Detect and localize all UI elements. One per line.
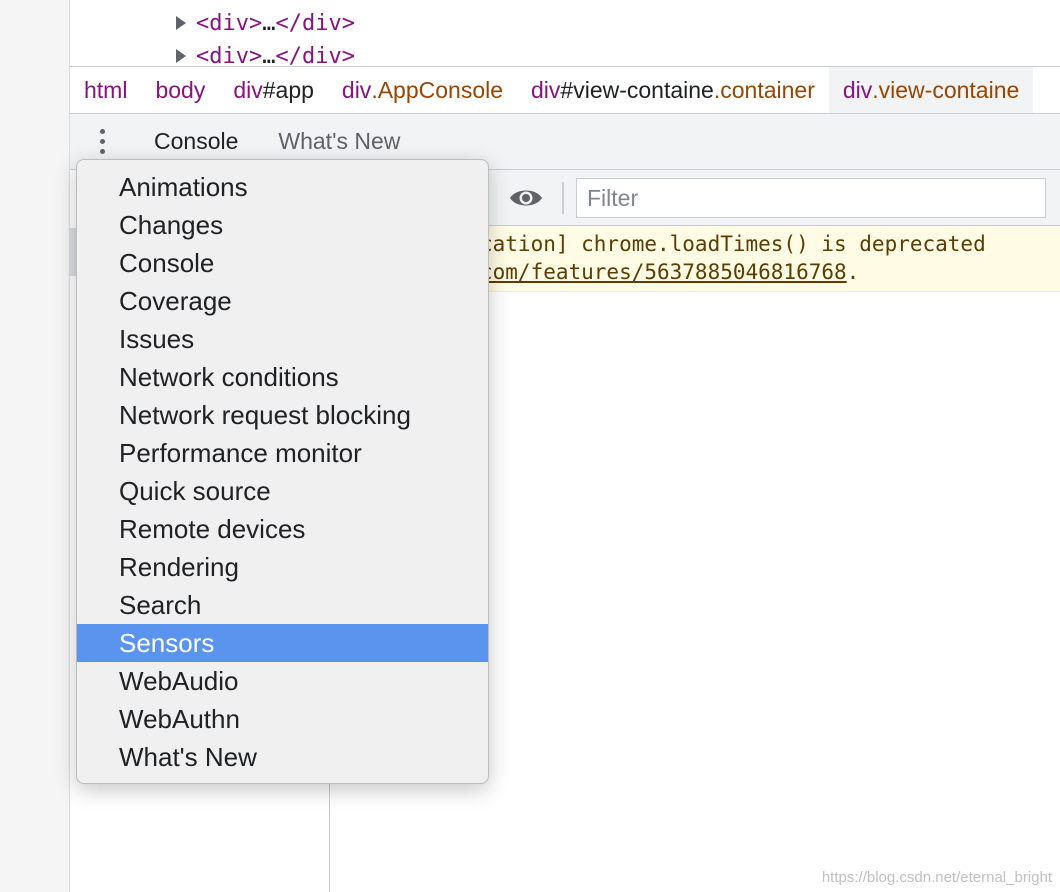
warning-text: cation] chrome.loadTimes() is deprecated (480, 232, 986, 256)
crumb-class: .AppConsole (371, 76, 504, 103)
crumb-element: div (531, 76, 561, 103)
menu-item-quick-source[interactable]: Quick source (77, 472, 488, 510)
breadcrumb-item-div-app[interactable]: div #app (219, 67, 328, 113)
warning-link[interactable]: com/features/5637885046816768 (480, 260, 847, 284)
dom-open-tag: <div> (196, 43, 263, 67)
breadcrumb-item-body[interactable]: body (141, 67, 219, 113)
crumb-element: html (84, 76, 128, 103)
menu-item-webaudio[interactable]: WebAudio (77, 662, 488, 700)
filter-input[interactable] (576, 178, 1046, 218)
crumb-class: .view-containe (872, 76, 1020, 103)
eye-icon[interactable] (508, 182, 544, 214)
elements-tree: <div>… </div> <div>… </div> (70, 0, 1060, 66)
dom-ellipsis[interactable]: … (262, 11, 275, 36)
menu-item-issues[interactable]: Issues (77, 320, 488, 358)
menu-item-webauthn[interactable]: WebAuthn (77, 700, 488, 738)
crumb-id: #view-containe (560, 76, 714, 103)
menu-item-sensors[interactable]: Sensors (77, 624, 488, 662)
left-gutter (0, 0, 70, 892)
watermark: https://blog.csdn.net/eternal_bright (821, 869, 1052, 886)
menu-item-network-conditions[interactable]: Network conditions (77, 358, 488, 396)
expand-arrow-icon[interactable] (176, 49, 186, 63)
warning-line-2: com/features/5637885046816768. (480, 260, 859, 284)
toolbar-divider (562, 182, 564, 214)
menu-item-rendering[interactable]: Rendering (77, 548, 488, 586)
menu-item-console[interactable]: Console (77, 244, 488, 282)
menu-item-remote-devices[interactable]: Remote devices (77, 510, 488, 548)
menu-item-animations[interactable]: Animations (77, 168, 488, 206)
menu-item-coverage[interactable]: Coverage (77, 282, 488, 320)
expand-arrow-icon[interactable] (176, 16, 186, 30)
crumb-class: .container (713, 76, 815, 103)
dom-node-row[interactable]: <div>… </div> (176, 41, 355, 66)
crumb-element: div (842, 76, 873, 103)
menu-item-network-request-blocking[interactable]: Network request blocking (77, 396, 488, 434)
dom-close-tag: </div> (275, 10, 355, 36)
breadcrumb-item-html[interactable]: html (70, 67, 141, 113)
breadcrumb: html body div #app div .AppConsole div #vie… (70, 66, 1060, 114)
menu-item-whats-new[interactable]: What's New (77, 738, 488, 776)
breadcrumb-item-selected[interactable]: div .view-containe (828, 67, 1034, 113)
crumb-element: div (233, 76, 263, 103)
more-tools-menu: Animations Changes Console Coverage Issu… (76, 159, 489, 784)
dom-open-tag: <div> (196, 10, 263, 36)
dom-ellipsis[interactable]: … (262, 44, 275, 67)
menu-item-performance-monitor[interactable]: Performance monitor (77, 434, 488, 472)
menu-item-search[interactable]: Search (77, 586, 488, 624)
dom-close-tag: </div> (275, 43, 355, 67)
crumb-element: div (341, 76, 372, 103)
dom-node-row[interactable]: <div>… </div> (176, 8, 355, 38)
crumb-id: #app (262, 76, 314, 103)
warning-tail: . (846, 260, 860, 284)
crumb-element: body (155, 76, 206, 103)
breadcrumb-item-view-container[interactable]: div #view-containe .container (517, 67, 829, 113)
menu-item-changes[interactable]: Changes (77, 206, 488, 244)
breadcrumb-item-appconsole[interactable]: div .AppConsole (328, 67, 517, 113)
